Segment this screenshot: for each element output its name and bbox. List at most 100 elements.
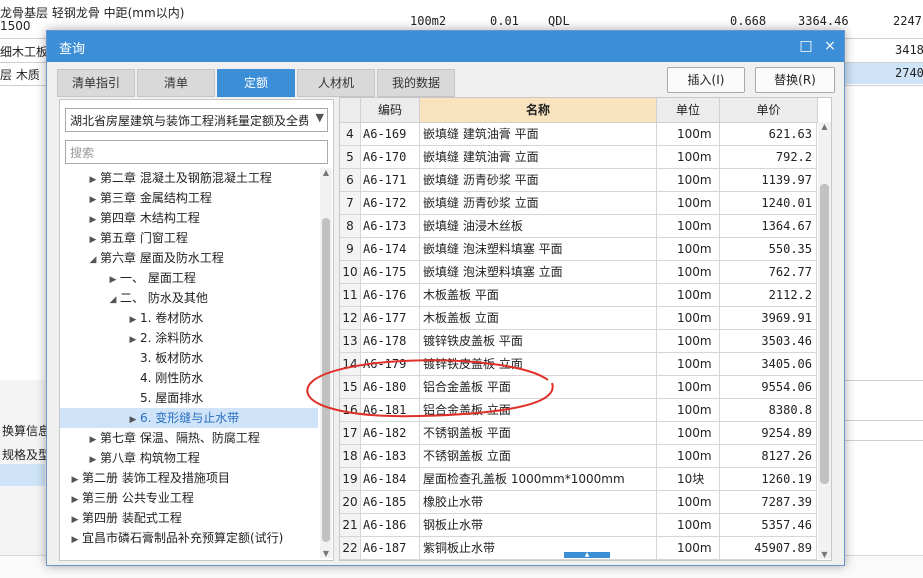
caret-right-icon[interactable]: ▶ <box>86 230 100 250</box>
table-row[interactable]: 15 A6-180 铝合金盖板 平面 100m 9554.06 <box>340 376 817 399</box>
caret-right-icon[interactable]: ▶ <box>86 450 100 470</box>
table-row[interactable]: 12 A6-177 木板盖板 立面 100m 3969.91 <box>340 307 817 330</box>
tab-list-guide[interactable]: 清单指引 <box>57 69 135 97</box>
caret-right-icon[interactable]: ▶ <box>86 190 100 210</box>
tree-node[interactable]: ▶ 第七章 保温、隔热、防腐工程 <box>60 428 318 448</box>
table-row[interactable]: 13 A6-178 镀锌铁皮盖板 平面 100m 3503.46 <box>340 330 817 353</box>
tree-node[interactable]: ▶ 6. 变形缝与止水带 <box>60 408 318 428</box>
tree-scrollbar[interactable]: ▲ ▼ <box>320 168 332 558</box>
row-code: A6-174 <box>361 238 420 261</box>
table-row[interactable]: 8 A6-173 嵌填缝 油浸木丝板 100m 1364.67 <box>340 215 817 238</box>
table-row[interactable]: 6 A6-171 嵌填缝 沥青砂浆 平面 100m 1139.97 <box>340 169 817 192</box>
caret-right-icon[interactable]: ▶ <box>126 410 140 430</box>
tree-node[interactable]: ▶ 一、 屋面工程 <box>60 268 318 288</box>
row-unit: 100m <box>657 192 720 215</box>
table-row[interactable]: 4 A6-169 嵌填缝 建筑油膏 平面 100m 621.63 <box>340 123 817 146</box>
table-row[interactable]: 11 A6-176 木板盖板 平面 100m 2112.2 <box>340 284 817 307</box>
dialog-titlebar[interactable]: 查询 □ × <box>47 31 844 62</box>
close-icon[interactable]: × <box>819 35 841 57</box>
caret-down-icon[interactable]: ◢ <box>106 290 120 310</box>
grid-header-code[interactable]: 编码 <box>361 98 420 123</box>
table-row[interactable]: 21 A6-186 钢板止水带 100m 5357.46 <box>340 514 817 537</box>
caret-right-icon[interactable]: ▶ <box>68 530 82 550</box>
row-index: 12 <box>340 307 361 330</box>
insert-button[interactable]: 插入(I) <box>667 67 745 93</box>
tree-node[interactable]: ▶ 第四册 装配式工程 <box>60 508 318 528</box>
row-price: 45907.89 <box>720 537 817 560</box>
table-row[interactable]: 5 A6-170 嵌填缝 建筑油膏 立面 100m 792.2 <box>340 146 817 169</box>
row-code: A6-169 <box>361 123 420 146</box>
tree-node[interactable]: ▶ 第二章 混凝土及钢筋混凝土工程 <box>60 168 318 188</box>
tree-scroll-thumb[interactable] <box>322 218 330 542</box>
tree-node[interactable]: ▶ 宜昌市磷石膏制品补充预算定额(试行) <box>60 528 318 548</box>
tree-node[interactable]: ▶ 2. 涂料防水 <box>60 328 318 348</box>
replace-button[interactable]: 替换(R) <box>755 67 835 93</box>
tab-my-data[interactable]: 我的数据 <box>377 69 455 97</box>
library-select[interactable]: 湖北省房屋建筑与装饰工程消耗量定额及全费用 ▼ <box>65 108 328 132</box>
table-row[interactable]: 17 A6-182 不锈钢盖板 平面 100m 9254.89 <box>340 422 817 445</box>
scroll-down-icon[interactable]: ▼ <box>320 549 332 558</box>
grid-header-unit[interactable]: 单位 <box>657 98 720 123</box>
bg-row3-name: 层 木质 <box>0 68 40 82</box>
caret-right-icon[interactable]: ▶ <box>68 510 82 530</box>
caret-right-icon[interactable]: ▶ <box>68 490 82 510</box>
caret-right-icon[interactable]: ▶ <box>86 210 100 230</box>
table-row[interactable]: 19 A6-184 屋面检查孔盖板 1000mm*1000mm 10块 1260.19 <box>340 468 817 491</box>
caret-right-icon[interactable]: ▶ <box>68 470 82 490</box>
tree-node-label: 5. 屋面排水 <box>140 391 204 405</box>
caret-down-icon[interactable]: ◢ <box>86 250 100 270</box>
scroll-up-icon[interactable]: ▲ <box>818 122 831 131</box>
tab-quota[interactable]: 定额 <box>217 69 295 97</box>
table-row[interactable]: 10 A6-175 嵌填缝 泡沫塑料填塞 立面 100m 762.77 <box>340 261 817 284</box>
tree-node[interactable]: 3. 板材防水 <box>60 348 318 368</box>
tree-node-label: 第二章 混凝土及钢筋混凝土工程 <box>100 171 272 185</box>
caret-right-icon[interactable]: ▶ <box>126 330 140 350</box>
tree-node[interactable]: ▶ 第四章 木结构工程 <box>60 208 318 228</box>
grid-scrollbar[interactable]: ▲ ▼ <box>818 122 831 559</box>
tree-node[interactable]: ▶ 1. 卷材防水 <box>60 308 318 328</box>
tree-node[interactable]: ◢ 第六章 屋面及防水工程 <box>60 248 318 268</box>
row-unit: 10块 <box>657 468 720 491</box>
row-unit: 100m <box>657 330 720 353</box>
grid-header-price[interactable]: 单价 <box>720 98 818 123</box>
tree-node[interactable]: 4. 刚性防水 <box>60 368 318 388</box>
scroll-up-icon[interactable]: ▲ <box>320 168 332 177</box>
row-unit: 100m <box>657 123 720 146</box>
row-index: 13 <box>340 330 361 353</box>
row-index: 20 <box>340 491 361 514</box>
tree-node-label: 宜昌市磷石膏制品补充预算定额(试行) <box>82 531 284 545</box>
row-unit: 100m <box>657 307 720 330</box>
maximize-icon[interactable]: □ <box>795 35 817 57</box>
table-row[interactable]: 18 A6-183 不锈钢盖板 立面 100m 8127.26 <box>340 445 817 468</box>
caret-right-icon[interactable]: ▶ <box>86 430 100 450</box>
bg-left-selected <box>0 464 45 486</box>
bg-left-tab2: 规格及型 <box>2 448 51 462</box>
bg-row1-code: QDL <box>548 14 570 28</box>
row-index: 21 <box>340 514 361 537</box>
expand-grip-icon[interactable]: ▲ <box>564 552 610 558</box>
tree-node[interactable]: ◢ 二、 防水及其他 <box>60 288 318 308</box>
tab-list[interactable]: 清单 <box>137 69 215 97</box>
tree-node[interactable]: 5. 屋面排水 <box>60 388 318 408</box>
caret-right-icon[interactable]: ▶ <box>106 270 120 290</box>
tree-node[interactable]: ▶ 第二册 装饰工程及措施项目 <box>60 468 318 488</box>
search-input[interactable]: 搜索 <box>65 140 328 164</box>
grid-scroll-thumb[interactable] <box>820 184 829 484</box>
grid-header-name[interactable]: 名称 <box>420 98 657 123</box>
tree-node[interactable]: ▶ 第三章 金属结构工程 <box>60 188 318 208</box>
row-unit: 100m <box>657 353 720 376</box>
table-row[interactable]: 9 A6-174 嵌填缝 泡沫塑料填塞 平面 100m 550.35 <box>340 238 817 261</box>
scroll-down-icon[interactable]: ▼ <box>818 550 831 559</box>
row-code: A6-187 <box>361 537 420 560</box>
tree-node[interactable]: ▶ 第八章 构筑物工程 <box>60 448 318 468</box>
caret-right-icon[interactable]: ▶ <box>126 310 140 330</box>
table-row[interactable]: 20 A6-185 橡胶止水带 100m 7287.39 <box>340 491 817 514</box>
table-row[interactable]: 7 A6-172 嵌填缝 沥青砂浆 立面 100m 1240.01 <box>340 192 817 215</box>
tree-node[interactable]: ▶ 第五章 门窗工程 <box>60 228 318 248</box>
tree-node-label: 第三章 金属结构工程 <box>100 191 212 205</box>
table-row[interactable]: 14 A6-179 镀锌铁皮盖板 立面 100m 3405.06 <box>340 353 817 376</box>
table-row[interactable]: 16 A6-181 铝合金盖板 立面 100m 8380.8 <box>340 399 817 422</box>
caret-right-icon[interactable]: ▶ <box>86 170 100 190</box>
tab-labor-material[interactable]: 人材机 <box>297 69 375 97</box>
tree-node[interactable]: ▶ 第三册 公共专业工程 <box>60 488 318 508</box>
